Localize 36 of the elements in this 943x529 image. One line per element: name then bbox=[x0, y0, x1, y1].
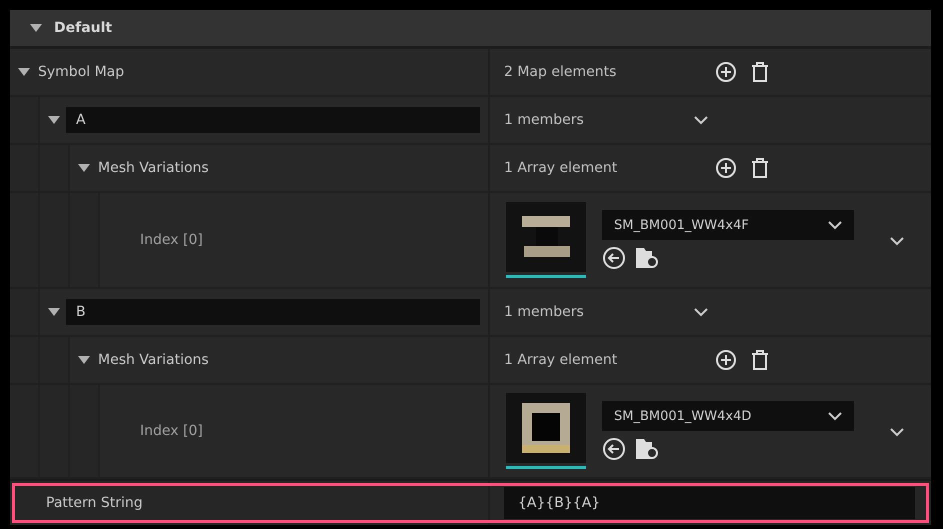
pattern-input[interactable]: {A}{B}{A} bbox=[504, 487, 915, 519]
key-field[interactable]: A bbox=[66, 107, 480, 133]
chevron-down-icon[interactable] bbox=[828, 220, 842, 230]
add-icon[interactable] bbox=[714, 60, 738, 84]
expander-icon[interactable] bbox=[78, 355, 90, 365]
element-count: 1 Array element bbox=[504, 352, 618, 368]
element-count: 1 Array element bbox=[504, 160, 618, 176]
member-count: 1 members bbox=[504, 112, 585, 128]
mesh-dropdown[interactable]: SM_BM001_WW4x4F bbox=[602, 210, 854, 240]
member-count: 1 members bbox=[504, 304, 585, 320]
element-count: 2 Map elements bbox=[504, 64, 618, 80]
expand-chevron-icon[interactable] bbox=[890, 428, 904, 436]
use-selected-icon[interactable] bbox=[602, 246, 626, 270]
mesh-dropdown[interactable]: SM_BM001_WW4x4D bbox=[602, 401, 854, 431]
add-icon[interactable] bbox=[714, 348, 738, 372]
use-selected-icon[interactable] bbox=[602, 437, 626, 461]
expander-icon[interactable] bbox=[48, 115, 60, 125]
chevron-down-icon[interactable] bbox=[828, 412, 842, 420]
expander-icon[interactable] bbox=[78, 163, 90, 173]
expand-chevron-icon[interactable] bbox=[890, 236, 904, 246]
expander-icon[interactable] bbox=[30, 23, 42, 33]
key-field[interactable]: B bbox=[66, 299, 480, 325]
property-label: Mesh Variations bbox=[98, 352, 209, 368]
property-label: Mesh Variations bbox=[98, 160, 209, 176]
browse-folder-icon[interactable] bbox=[634, 246, 660, 270]
expander-icon[interactable] bbox=[48, 307, 60, 317]
section-title: Default bbox=[54, 20, 112, 36]
expander-icon[interactable] bbox=[18, 67, 30, 77]
property-label: Symbol Map bbox=[38, 64, 124, 80]
index-label: Index [0] bbox=[140, 232, 203, 248]
property-label: Pattern String bbox=[46, 495, 143, 511]
index-label: Index [0] bbox=[140, 423, 203, 439]
dropdown-chevron-icon[interactable] bbox=[694, 116, 708, 124]
add-icon[interactable] bbox=[714, 156, 738, 180]
browse-folder-icon[interactable] bbox=[634, 437, 660, 461]
dropdown-chevron-icon[interactable] bbox=[694, 308, 708, 316]
